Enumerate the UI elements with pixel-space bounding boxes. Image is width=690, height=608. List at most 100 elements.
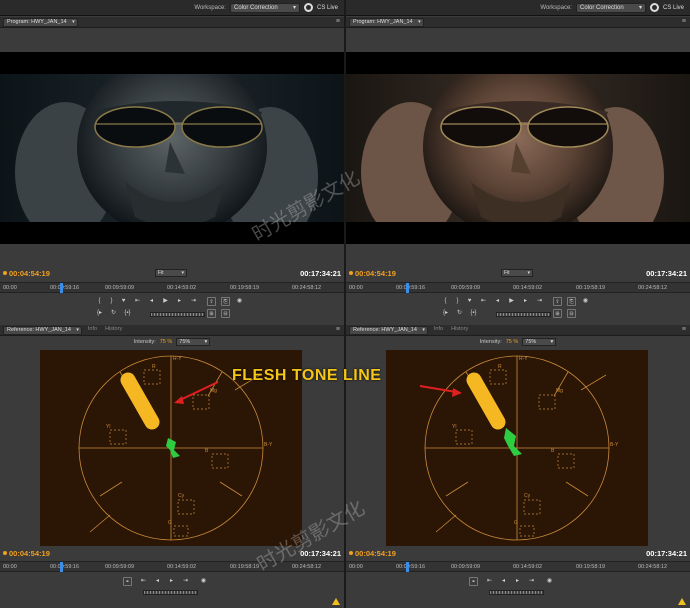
step-forward-icon[interactable]: ▸ [175,297,184,306]
extract-icon[interactable]: ⎘ [221,297,230,306]
step-forward-icon[interactable]: ▸ [167,577,176,586]
tab-info[interactable]: Info [432,326,445,335]
trim-icon[interactable]: ⊞ [207,309,216,318]
multicam-icon[interactable]: ⊟ [221,309,230,318]
panel-menu-icon[interactable]: ≡ [336,18,340,25]
mark-in-icon[interactable]: { [441,297,450,306]
loop-icon[interactable]: ↻ [109,309,118,318]
scope-label: Yl [106,424,110,430]
cs-live-label[interactable]: CS Live [317,5,338,11]
intensity-control: Intensity: 75 % 75% [0,337,344,347]
ruler-tick: 00:09:59:09 [451,564,481,570]
time-ruler[interactable]: 00:00 00:09:59:16 00:09:59:09 00:14:59:0… [346,282,690,293]
time-ruler[interactable]: 00:00 00:09:59:16 00:09:59:09 00:14:59:0… [346,561,690,572]
mark-out-icon[interactable]: } [453,297,462,306]
go-to-out-icon[interactable]: ⇥ [527,577,536,586]
go-to-out-icon[interactable]: ⇥ [535,297,544,306]
go-to-out-icon[interactable]: ⇥ [181,577,190,586]
gang-icon[interactable]: ⚭ [469,577,478,586]
panel-menu-icon[interactable]: ≡ [336,326,340,333]
tab-program[interactable]: Program: HWY_JAN_14 [3,17,78,27]
ruler-tick: 00:14:59:02 [167,285,197,291]
tab-reference[interactable]: Reference: HWY_JAN_14 [349,325,428,335]
tab-reference[interactable]: Reference: HWY_JAN_14 [3,325,82,335]
warning-icon[interactable] [678,598,686,605]
lift-icon[interactable]: ⇪ [207,297,216,306]
step-back-icon[interactable]: ◂ [499,577,508,586]
playhead[interactable] [406,562,409,572]
export-frame-icon[interactable]: ◉ [235,297,244,306]
playhead[interactable] [60,283,63,293]
zoom-fit-select[interactable]: Fit [155,269,187,277]
step-back-icon[interactable]: ◂ [147,297,156,306]
tab-history[interactable]: History [103,326,124,335]
cs-live-icon[interactable] [649,3,659,12]
scope-label: B-Y [610,442,619,448]
tab-history[interactable]: History [449,326,470,335]
duration-timecode: 00:17:34:21 [646,548,687,558]
tab-program[interactable]: Program: HWY_JAN_14 [349,17,424,27]
jog-shuttle[interactable] [143,590,198,595]
playhead[interactable] [60,562,63,572]
step-forward-icon[interactable]: ▸ [521,297,530,306]
play-in-out-icon[interactable]: {▸ [441,309,450,318]
workspace-select[interactable]: Color Correction [575,2,646,13]
panel-menu-icon[interactable]: ≡ [682,18,686,25]
safe-margins-icon[interactable]: {▪} [469,309,478,318]
cs-live-label[interactable]: CS Live [663,5,684,11]
export-frame-icon[interactable]: ◉ [545,577,554,586]
jog-shuttle[interactable] [489,590,544,595]
warning-icon[interactable] [332,598,340,605]
duration-timecode: 00:17:34:21 [300,268,341,278]
time-ruler[interactable]: 00:00 00:09:59:16 00:09:59:09 00:14:59:0… [0,561,344,572]
go-to-in-icon[interactable]: ⇤ [139,577,148,586]
step-forward-icon[interactable]: ▸ [513,577,522,586]
jog-shuttle[interactable] [150,312,205,317]
play-icon[interactable]: ▶ [161,297,170,306]
gang-icon[interactable]: ⚭ [123,577,132,586]
marker-icon[interactable]: ♥ [119,297,128,306]
play-icon[interactable]: ▶ [507,297,516,306]
time-ruler[interactable]: 00:00 00:09:59:16 00:09:59:09 00:14:59:0… [0,282,344,293]
go-to-in-icon[interactable]: ⇤ [485,577,494,586]
safe-margins-icon[interactable]: {▪} [123,309,132,318]
go-to-out-icon[interactable]: ⇥ [189,297,198,306]
program-tabbar: Program: HWY_JAN_14 ≡ [0,17,344,28]
intensity-value[interactable]: 75 % [160,339,173,345]
go-to-in-icon[interactable]: ⇤ [133,297,142,306]
loop-icon[interactable]: ↻ [455,309,464,318]
panel-menu-icon[interactable]: ≡ [682,326,686,333]
jog-shuttle[interactable] [496,312,551,317]
workspace-select[interactable]: Color Correction [229,2,300,13]
extract-icon[interactable]: ⎘ [567,297,576,306]
lift-icon[interactable]: ⇪ [553,297,562,306]
intensity-select[interactable]: 75% [522,338,557,346]
play-in-out-icon[interactable]: {▸ [95,309,104,318]
trim-icon[interactable]: ⊞ [553,309,562,318]
playhead[interactable] [406,283,409,293]
flesh-tone-annotation: FLESH TONE LINE [232,367,382,384]
mark-out-icon[interactable]: } [107,297,116,306]
cs-live-icon[interactable] [303,3,313,12]
current-timecode[interactable]: 00:04:54:19 [349,269,396,278]
export-frame-icon[interactable]: ◉ [199,577,208,586]
go-to-in-icon[interactable]: ⇤ [479,297,488,306]
multicam-icon[interactable]: ⊟ [567,309,576,318]
export-frame-icon[interactable]: ◉ [581,297,590,306]
intensity-value[interactable]: 75 % [506,339,519,345]
current-timecode[interactable]: 00:04:54:19 [3,549,50,558]
current-timecode[interactable]: 00:04:54:19 [349,549,396,558]
tab-info[interactable]: Info [86,326,99,335]
workspace-label: Workspace: [540,4,572,11]
mark-in-icon[interactable]: { [95,297,104,306]
workspace-bar: Workspace: Color Correction CS Live [0,0,344,16]
ruler-tick: 00:19:58:19 [576,564,606,570]
intensity-control: Intensity: 75 % 75% [346,337,690,347]
intensity-select[interactable]: 75% [176,338,211,346]
zoom-fit-select[interactable]: Fit [501,269,533,277]
step-back-icon[interactable]: ◂ [493,297,502,306]
step-back-icon[interactable]: ◂ [153,577,162,586]
current-timecode[interactable]: 00:04:54:19 [3,269,50,278]
ruler-tick: 00:09:59:16 [50,285,80,291]
marker-icon[interactable]: ♥ [465,297,474,306]
